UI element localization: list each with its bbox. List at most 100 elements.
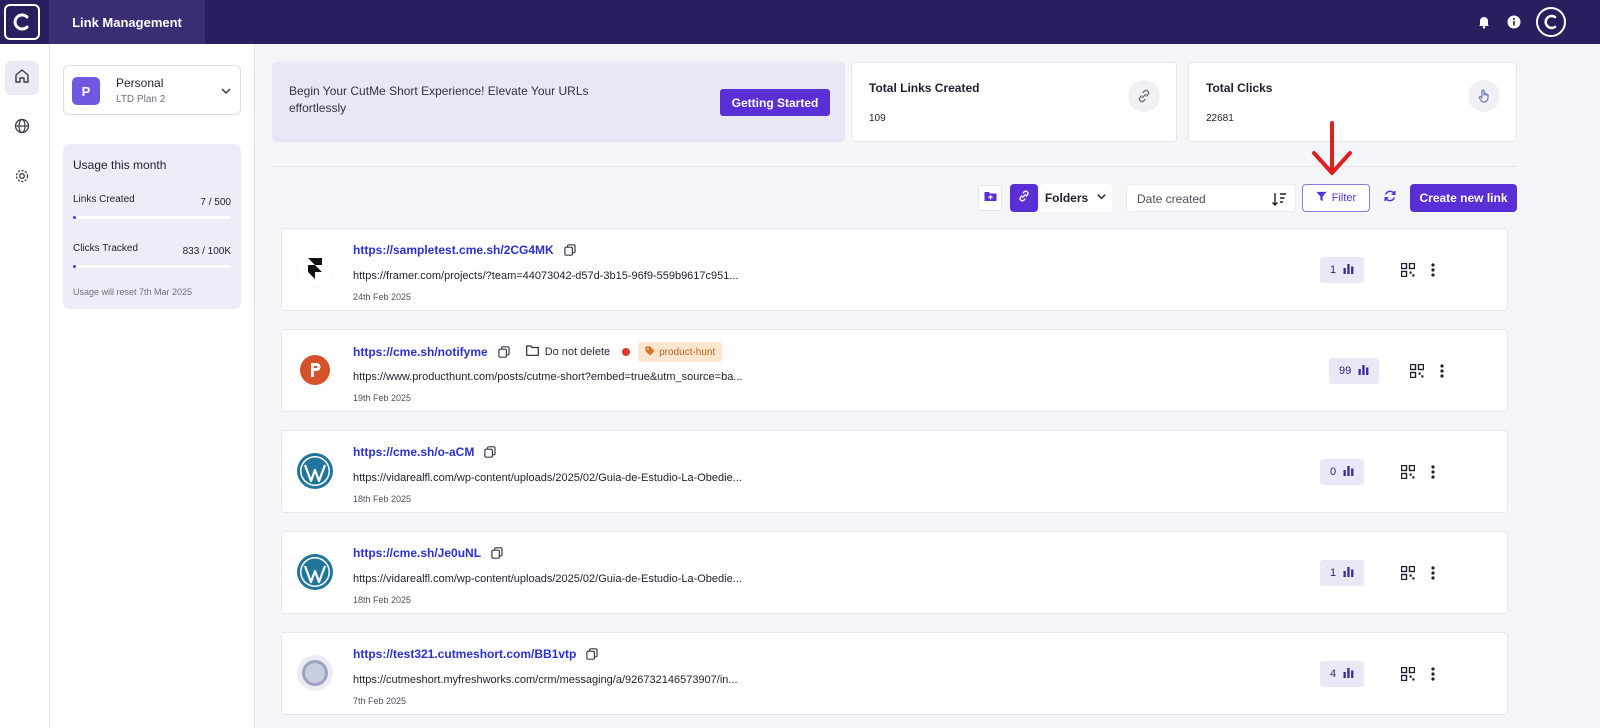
app-logo[interactable] [4,4,40,40]
links-view-button[interactable] [1010,184,1038,212]
click-count-button[interactable]: 99 [1329,358,1380,384]
usage-reset-note: Usage will reset 7th Mar 2025 [73,287,193,297]
more-options-icon[interactable] [1429,665,1437,683]
workspace-badge: P [72,77,100,105]
qr-code-icon[interactable] [1400,666,1416,682]
bar-chart-icon [1358,364,1369,378]
more-options-icon[interactable] [1438,362,1446,380]
links-progress-bar [73,216,231,219]
sidebar: P Personal LTD Plan 2 Usage this month L… [50,44,255,728]
short-url-link[interactable]: https://cme.sh/notifyme [353,345,488,359]
rail-home[interactable] [5,61,39,95]
framer-logo [296,250,334,288]
folder-chip[interactable]: Do not delete [525,345,610,359]
click-count-button[interactable]: 4 [1320,661,1365,687]
bell-icon[interactable] [1476,14,1492,30]
folders-label: Folders [1044,191,1089,205]
rail-settings[interactable] [5,161,39,195]
click-count-button[interactable]: 1 [1320,560,1365,586]
folders-dropdown[interactable]: Folders [1040,184,1112,212]
folder-plus-icon [984,189,997,207]
links-created-value: 7 / 500 [200,197,231,208]
filter-button[interactable]: Filter [1302,184,1370,212]
sort-select[interactable]: Date created [1126,184,1296,212]
qr-code-icon[interactable] [1400,464,1416,480]
link-icon [1017,189,1031,208]
qr-code-icon[interactable] [1400,262,1416,278]
sort-descending-icon[interactable] [1271,191,1287,212]
total-links-label: Total Links Created [869,81,980,95]
destination-url: https://www.producthunt.com/posts/cutme-… [353,371,743,383]
created-date: 7th Feb 2025 [353,696,407,706]
new-folder-button[interactable] [978,185,1002,211]
short-url-link[interactable]: https://cme.sh/Je0uNL [353,546,481,560]
copy-icon[interactable] [482,444,498,460]
link-card[interactable]: https://cme.sh/o-aCM https://vidarealfl.… [281,430,1508,513]
total-clicks-value: 22681 [1206,113,1234,124]
more-options-icon[interactable] [1429,463,1437,481]
tag-name: product-hunt [659,346,716,358]
info-icon[interactable] [1506,14,1522,30]
chevron-down-icon [220,84,232,102]
left-rail [0,44,50,728]
destination-url: https://vidarealfl.com/wp-content/upload… [353,573,742,585]
refresh-button[interactable] [1381,189,1399,207]
more-options-icon[interactable] [1429,261,1437,279]
short-url-link[interactable]: https://sampletest.cme.sh/2CG4MK [353,243,554,257]
getting-started-button[interactable]: Getting Started [720,89,830,116]
wordpress-logo [296,452,334,490]
copy-icon[interactable] [489,545,505,561]
destination-url: https://vidarealfl.com/wp-content/upload… [353,472,742,484]
copy-icon[interactable] [562,242,578,258]
bar-chart-icon [1343,566,1354,580]
create-new-link-button[interactable]: Create new link [1410,184,1517,212]
created-date: 19th Feb 2025 [353,393,412,403]
status-dot [622,348,631,356]
refresh-icon [1383,189,1397,208]
workspace-plan: LTD Plan 2 [116,94,166,105]
sort-label: Date created [1137,192,1206,206]
created-date: 24th Feb 2025 [353,292,412,302]
link-card[interactable]: https://cme.sh/Je0uNL https://vidarealfl… [281,531,1508,614]
rail-globe[interactable] [5,111,39,145]
copy-icon[interactable] [584,646,600,662]
workspace-selector[interactable]: P Personal LTD Plan 2 [63,65,241,115]
page-title: Link Management [49,0,205,44]
short-url-link[interactable]: https://cme.sh/o-aCM [353,445,474,459]
links-progress-fill [73,216,76,219]
link-card[interactable]: https://sampletest.cme.sh/2CG4MK https:/… [281,228,1508,311]
click-count-button[interactable]: 0 [1320,459,1365,485]
link-card[interactable]: https://cme.sh/notifyme Do not delete pr… [281,329,1508,412]
globe-icon [14,118,30,139]
total-links-value: 109 [869,113,886,124]
tag-chip[interactable]: product-hunt [638,342,723,362]
globe-logo [296,654,334,692]
bar-chart-icon [1343,667,1354,681]
clicks-progress-fill [73,265,76,268]
more-options-icon[interactable] [1429,564,1437,582]
copy-icon[interactable] [496,344,512,360]
click-count: 1 [1330,567,1337,579]
banner-text: Begin Your CutMe Short Experience! Eleva… [289,84,589,115]
filter-icon [1316,191,1327,205]
short-url-link[interactable]: https://test321.cutmeshort.com/BB1vtp [353,647,576,661]
gear-icon [14,168,30,189]
click-count-button[interactable]: 1 [1320,257,1365,283]
qr-code-icon[interactable] [1400,565,1416,581]
producthunt-logo [296,351,334,389]
tag-icon [645,346,655,359]
filter-label: Filter [1331,192,1357,204]
destination-url: https://framer.com/projects/?team=440730… [353,270,739,282]
qr-code-icon[interactable] [1409,363,1425,379]
click-count: 0 [1330,466,1337,478]
bar-chart-icon [1343,263,1354,277]
home-icon [14,68,30,89]
workspace-name: Personal [116,76,164,90]
destination-url: https://cutmeshort.myfreshworks.com/crm/… [353,674,738,686]
click-count: 99 [1339,365,1352,377]
user-avatar[interactable] [1536,7,1566,37]
usage-panel: Usage this month Links Created 7 / 500 C… [63,144,241,309]
link-card[interactable]: https://test321.cutmeshort.com/BB1vtp ht… [281,632,1508,715]
link-icon [1128,80,1160,112]
clicks-progress-bar [73,265,231,268]
